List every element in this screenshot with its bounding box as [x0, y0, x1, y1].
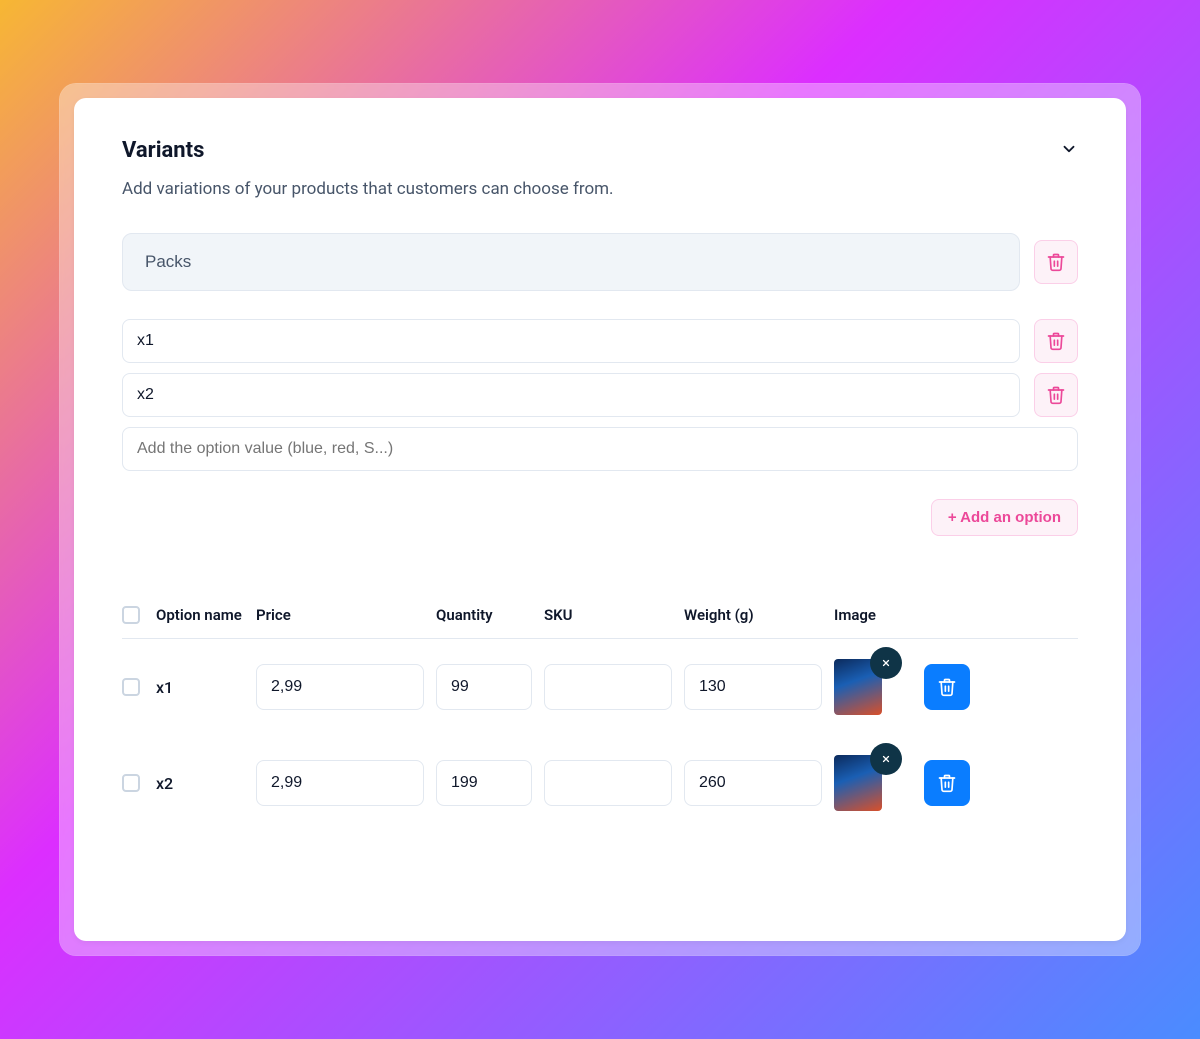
row-option-name: x2 [156, 774, 256, 793]
remove-image-button[interactable] [870, 743, 902, 775]
table-head: Option name Price Quantity SKU Weight (g… [122, 606, 1078, 639]
collapse-toggle[interactable] [1060, 140, 1078, 162]
delete-value-button[interactable] [1034, 319, 1078, 363]
remove-image-button[interactable] [870, 647, 902, 679]
table-row: x2 [122, 735, 1078, 831]
variants-table: Option name Price Quantity SKU Weight (g… [122, 606, 1078, 831]
th-price: Price [256, 606, 436, 624]
delete-option-button[interactable] [1034, 240, 1078, 284]
variant-image[interactable] [834, 755, 882, 811]
trash-icon [1046, 385, 1066, 405]
row-checkbox[interactable] [122, 774, 140, 792]
trash-icon [1046, 331, 1066, 351]
weight-input[interactable] [684, 664, 822, 710]
trash-icon [1046, 252, 1066, 272]
add-option-row: + Add an option [122, 499, 1078, 536]
select-all-checkbox[interactable] [122, 606, 140, 624]
trash-icon [937, 677, 957, 697]
option-block: + Add an option [122, 233, 1078, 536]
option-value-input[interactable] [122, 373, 1020, 417]
variants-card: Variants Add variations of your products… [74, 98, 1126, 941]
th-image: Image [834, 606, 924, 624]
close-icon [881, 658, 891, 668]
delete-value-button[interactable] [1034, 373, 1078, 417]
variant-image[interactable] [834, 659, 882, 715]
option-value-input[interactable] [122, 319, 1020, 363]
row-checkbox[interactable] [122, 678, 140, 696]
section-title: Variants [122, 138, 204, 163]
quantity-input[interactable] [436, 664, 532, 710]
option-values-block [122, 319, 1078, 471]
section-header: Variants [122, 138, 1078, 163]
close-icon [881, 754, 891, 764]
chevron-down-icon [1060, 140, 1078, 158]
delete-row-button[interactable] [924, 760, 970, 806]
sku-input[interactable] [544, 760, 672, 806]
weight-input[interactable] [684, 760, 822, 806]
section-description: Add variations of your products that cus… [122, 179, 1078, 199]
trash-icon [937, 773, 957, 793]
row-option-name: x1 [156, 678, 256, 697]
quantity-input[interactable] [436, 760, 532, 806]
th-quantity: Quantity [436, 606, 544, 624]
option-name-row [122, 233, 1078, 291]
option-value-row [122, 373, 1078, 417]
th-sku: SKU [544, 606, 684, 624]
option-name-input[interactable] [122, 233, 1020, 291]
th-weight: Weight (g) [684, 606, 834, 624]
price-input[interactable] [256, 760, 424, 806]
option-value-row [122, 319, 1078, 363]
outer-frame: Variants Add variations of your products… [60, 84, 1140, 955]
table-row: x1 [122, 639, 1078, 735]
sku-input[interactable] [544, 664, 672, 710]
add-option-value-input[interactable] [122, 427, 1078, 471]
th-option-name: Option name [156, 606, 256, 624]
add-option-button[interactable]: + Add an option [931, 499, 1078, 536]
price-input[interactable] [256, 664, 424, 710]
delete-row-button[interactable] [924, 664, 970, 710]
